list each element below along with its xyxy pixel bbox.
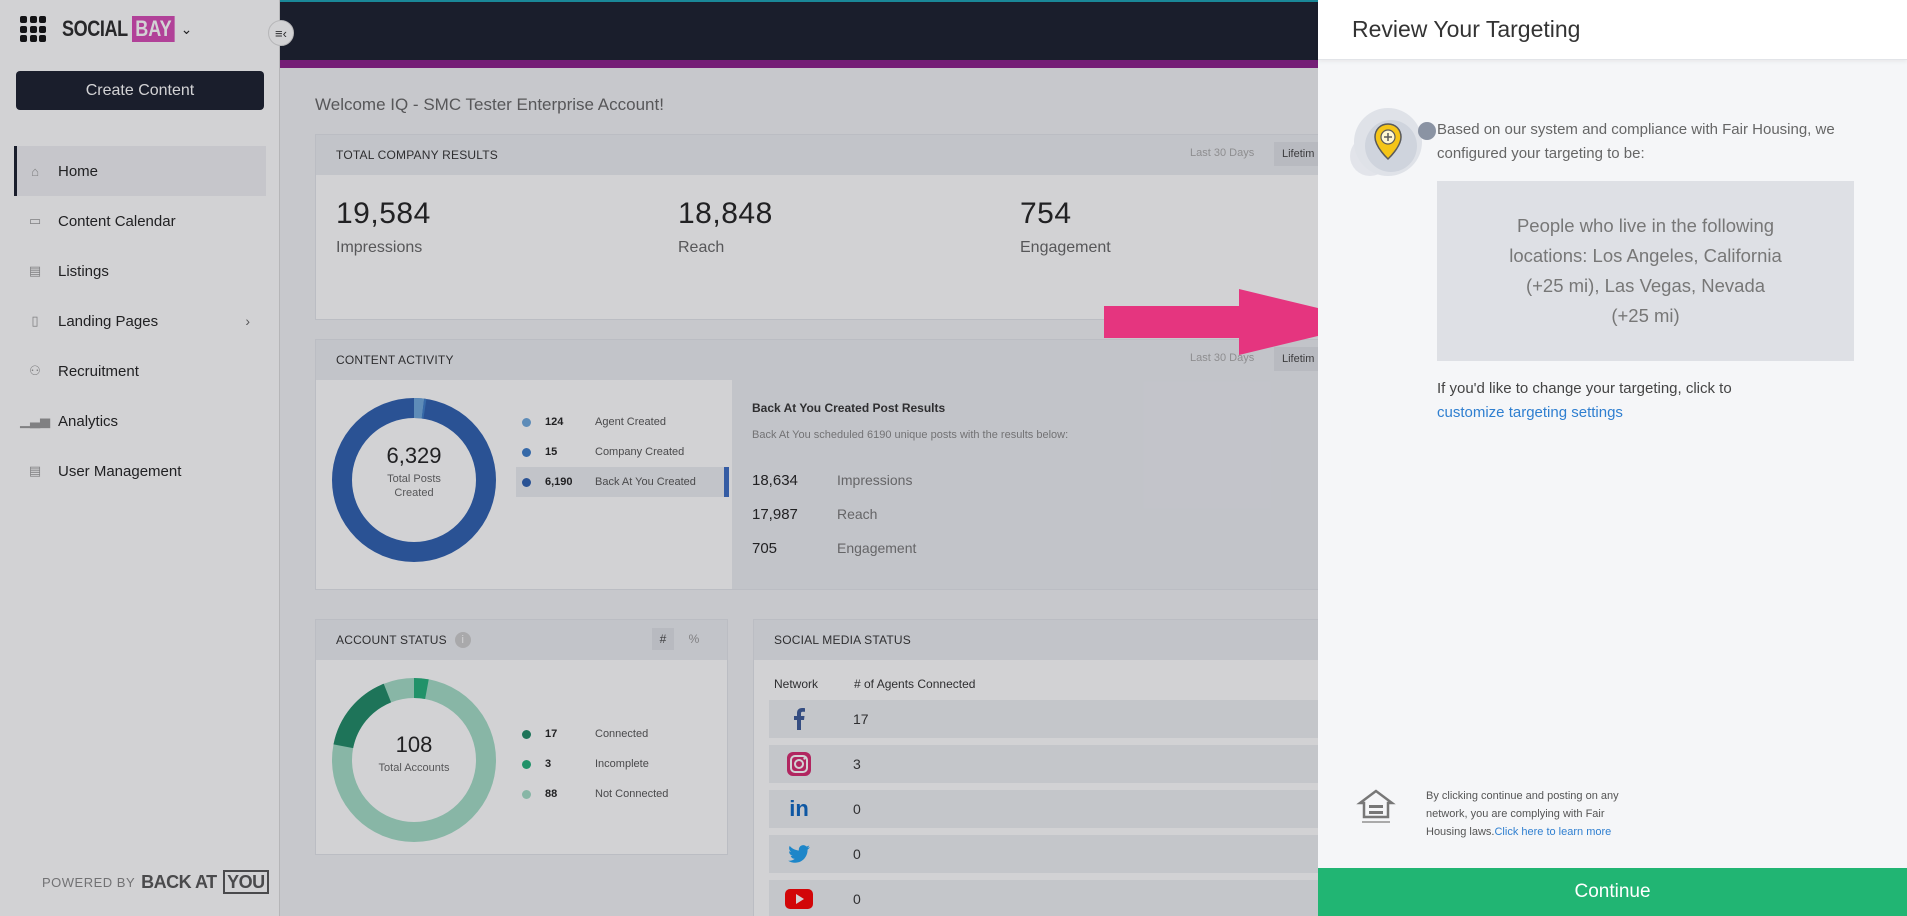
learn-more-link[interactable]: Click here to learn more — [1494, 826, 1611, 838]
fair-housing-disclaimer: By clicking continue and posting on any … — [1426, 787, 1626, 841]
targeting-summary: People who live in the following locatio… — [1437, 181, 1854, 361]
modal-backdrop[interactable] — [0, 0, 1318, 916]
equal-housing-icon — [1356, 789, 1396, 823]
continue-button[interactable]: Continue — [1318, 868, 1907, 916]
change-targeting-text: If you'd like to change your targeting, … — [1437, 377, 1857, 425]
panel-title: Review Your Targeting — [1318, 0, 1907, 60]
change-targeting-label: If you'd like to change your targeting, … — [1437, 380, 1732, 397]
customize-targeting-link[interactable]: customize targeting settings — [1437, 404, 1623, 421]
targeting-intro: Based on our system and compliance with … — [1437, 121, 1835, 162]
review-targeting-panel: Review Your Targeting Based on our syste… — [1318, 0, 1907, 916]
location-pin-icon — [1350, 108, 1436, 176]
